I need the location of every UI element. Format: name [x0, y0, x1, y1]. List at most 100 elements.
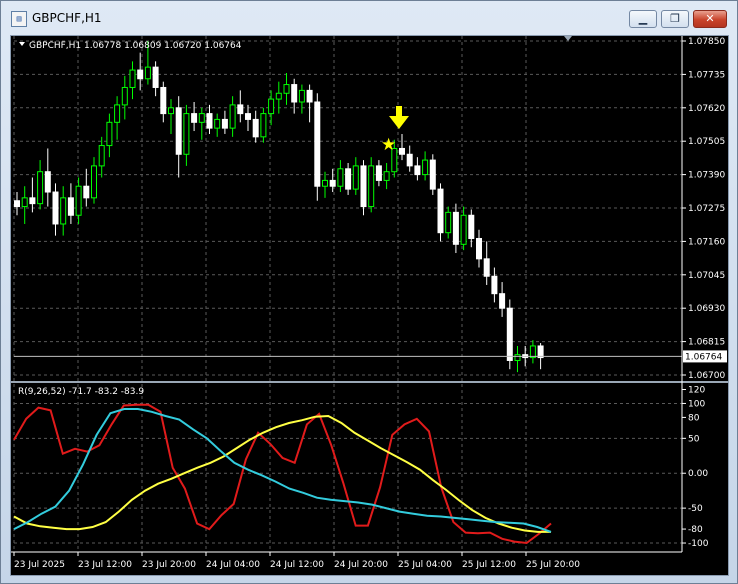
candle-bull: [144, 66, 151, 80]
price-label: 1.06930: [688, 304, 725, 314]
candle-bear: [44, 171, 51, 193]
chart-menu-triangle-icon[interactable]: [19, 42, 25, 46]
indicator-label: 50: [688, 434, 700, 444]
time-label: 25 Jul 12:00: [462, 560, 516, 570]
price-label: 1.07390: [688, 171, 725, 181]
candle-bear: [360, 165, 367, 208]
time-axis: 23 Jul 2025 23 Jul 12:00 23 Jul 20:00 24 Ju…: [13, 552, 580, 570]
candle-bull: [37, 171, 44, 205]
restore-icon: ❐: [670, 12, 680, 25]
time-label: 24 Jul 20:00: [334, 560, 388, 570]
candle-bull: [514, 354, 521, 361]
candle-bull: [114, 104, 121, 123]
candle-bull: [98, 145, 105, 167]
candle-bear: [29, 197, 36, 205]
candle-bear: [414, 165, 421, 176]
indicator-label: 0.00: [688, 469, 708, 479]
price-axis: 1.07850 1.07735 1.07620 1.07505 1.07390 1.072…: [682, 37, 725, 381]
candle-bear: [191, 113, 198, 123]
candle-bull: [298, 89, 305, 103]
candle-bull: [283, 84, 290, 94]
candle-bull: [106, 121, 113, 147]
candle-bear: [14, 200, 20, 208]
candle-bull: [60, 197, 67, 225]
time-label: 25 Jul 20:00: [526, 560, 580, 570]
mt-chart-window: ▥ GBPCHF,H1 ▁ ❐ ✕ 1.07850 1.07735 1.07620 1…: [0, 0, 738, 584]
candle-bull: [352, 165, 359, 190]
indicator-label: 120: [688, 385, 705, 395]
price-label: 1.07850: [688, 37, 725, 47]
candle-bear: [399, 147, 405, 155]
candle-bear: [137, 69, 144, 80]
indicator-lines: [13, 403, 552, 545]
chart-header: GBPCHF,H1 1.06778 1.06809 1.06720 1.0676…: [29, 41, 242, 51]
candle-bull: [445, 211, 452, 234]
candle-bear: [537, 345, 544, 359]
price-label: 1.07275: [688, 204, 725, 214]
candles: [14, 41, 544, 373]
price-label: 1.07505: [688, 137, 725, 147]
close-button[interactable]: ✕: [693, 10, 727, 28]
candle-bull: [275, 92, 282, 100]
candle-bear: [476, 237, 482, 260]
candle-bear: [437, 188, 444, 234]
time-label: 25 Jul 04:00: [398, 560, 452, 570]
maximize-button[interactable]: ❐: [661, 10, 689, 28]
time-label: 24 Jul 12:00: [270, 560, 324, 570]
candle-bear: [499, 293, 506, 309]
minimize-button[interactable]: ▁: [629, 10, 657, 28]
close-icon: ✕: [705, 12, 715, 25]
indicator-axis: 120 100 80 50 0.00 -50 -80 -100: [682, 385, 709, 549]
candle-bear: [152, 66, 159, 88]
time-label: 24 Jul 04:00: [206, 560, 260, 570]
candle-bear: [175, 107, 182, 155]
candle-bear: [314, 101, 321, 187]
candle-bear: [237, 104, 244, 115]
indicator-header: R(9,26,52) -71.7 -83.2 -83.9: [18, 387, 144, 397]
candle-bear: [468, 214, 475, 239]
price-label: 1.07045: [688, 271, 725, 281]
candle-bull: [229, 104, 236, 129]
candle-bear: [306, 89, 313, 103]
candle-bull: [529, 345, 536, 359]
candle-bull: [322, 179, 328, 187]
candle-bull: [183, 113, 190, 155]
price-label: 1.07620: [688, 104, 725, 114]
current-price-label: 1.06764: [685, 352, 722, 362]
window-title: GBPCHF,H1: [32, 11, 102, 25]
price-label: 1.07160: [688, 237, 725, 247]
shift-marker-icon[interactable]: [564, 36, 572, 41]
time-label: 23 Jul 12:00: [78, 560, 132, 570]
price-label: 1.07735: [688, 70, 725, 80]
time-label: 23 Jul 20:00: [142, 560, 196, 570]
candle-bull: [198, 113, 205, 123]
indicator-label: 80: [688, 413, 700, 423]
candle-bear: [67, 197, 74, 216]
time-label: 23 Jul 2025: [14, 560, 65, 570]
indicator-label: 100: [688, 399, 705, 409]
chart-canvas[interactable]: 1.07850 1.07735 1.07620 1.07505 1.07390 1.072…: [11, 36, 728, 575]
indicator-label: -50: [688, 504, 703, 514]
indicator-grid: [14, 402, 682, 544]
candle-bear: [206, 113, 213, 129]
candle-bear: [406, 153, 413, 167]
candle-bear: [452, 211, 459, 245]
candle-bull: [168, 107, 174, 115]
candle-bull: [75, 185, 82, 216]
price-label: 1.06815: [688, 338, 725, 348]
indicator-label: -100: [688, 539, 709, 549]
candle-bull: [422, 159, 429, 176]
chart-area[interactable]: 1.07850 1.07735 1.07620 1.07505 1.07390 1.072…: [10, 35, 729, 576]
candle-bull: [460, 214, 467, 245]
candle-bear: [483, 258, 490, 277]
candle-bull: [91, 165, 97, 199]
title-bar[interactable]: ▥ GBPCHF,H1 ▁ ❐ ✕: [1, 1, 737, 35]
candle-bear: [160, 86, 167, 115]
candle-bull: [21, 197, 28, 208]
candle-bear: [245, 113, 251, 120]
indicator-line-52: [13, 408, 552, 533]
minimize-icon: ▁: [638, 12, 648, 25]
candle-bull: [214, 118, 221, 129]
candle-bull: [121, 86, 128, 106]
candle-bear: [375, 165, 382, 181]
